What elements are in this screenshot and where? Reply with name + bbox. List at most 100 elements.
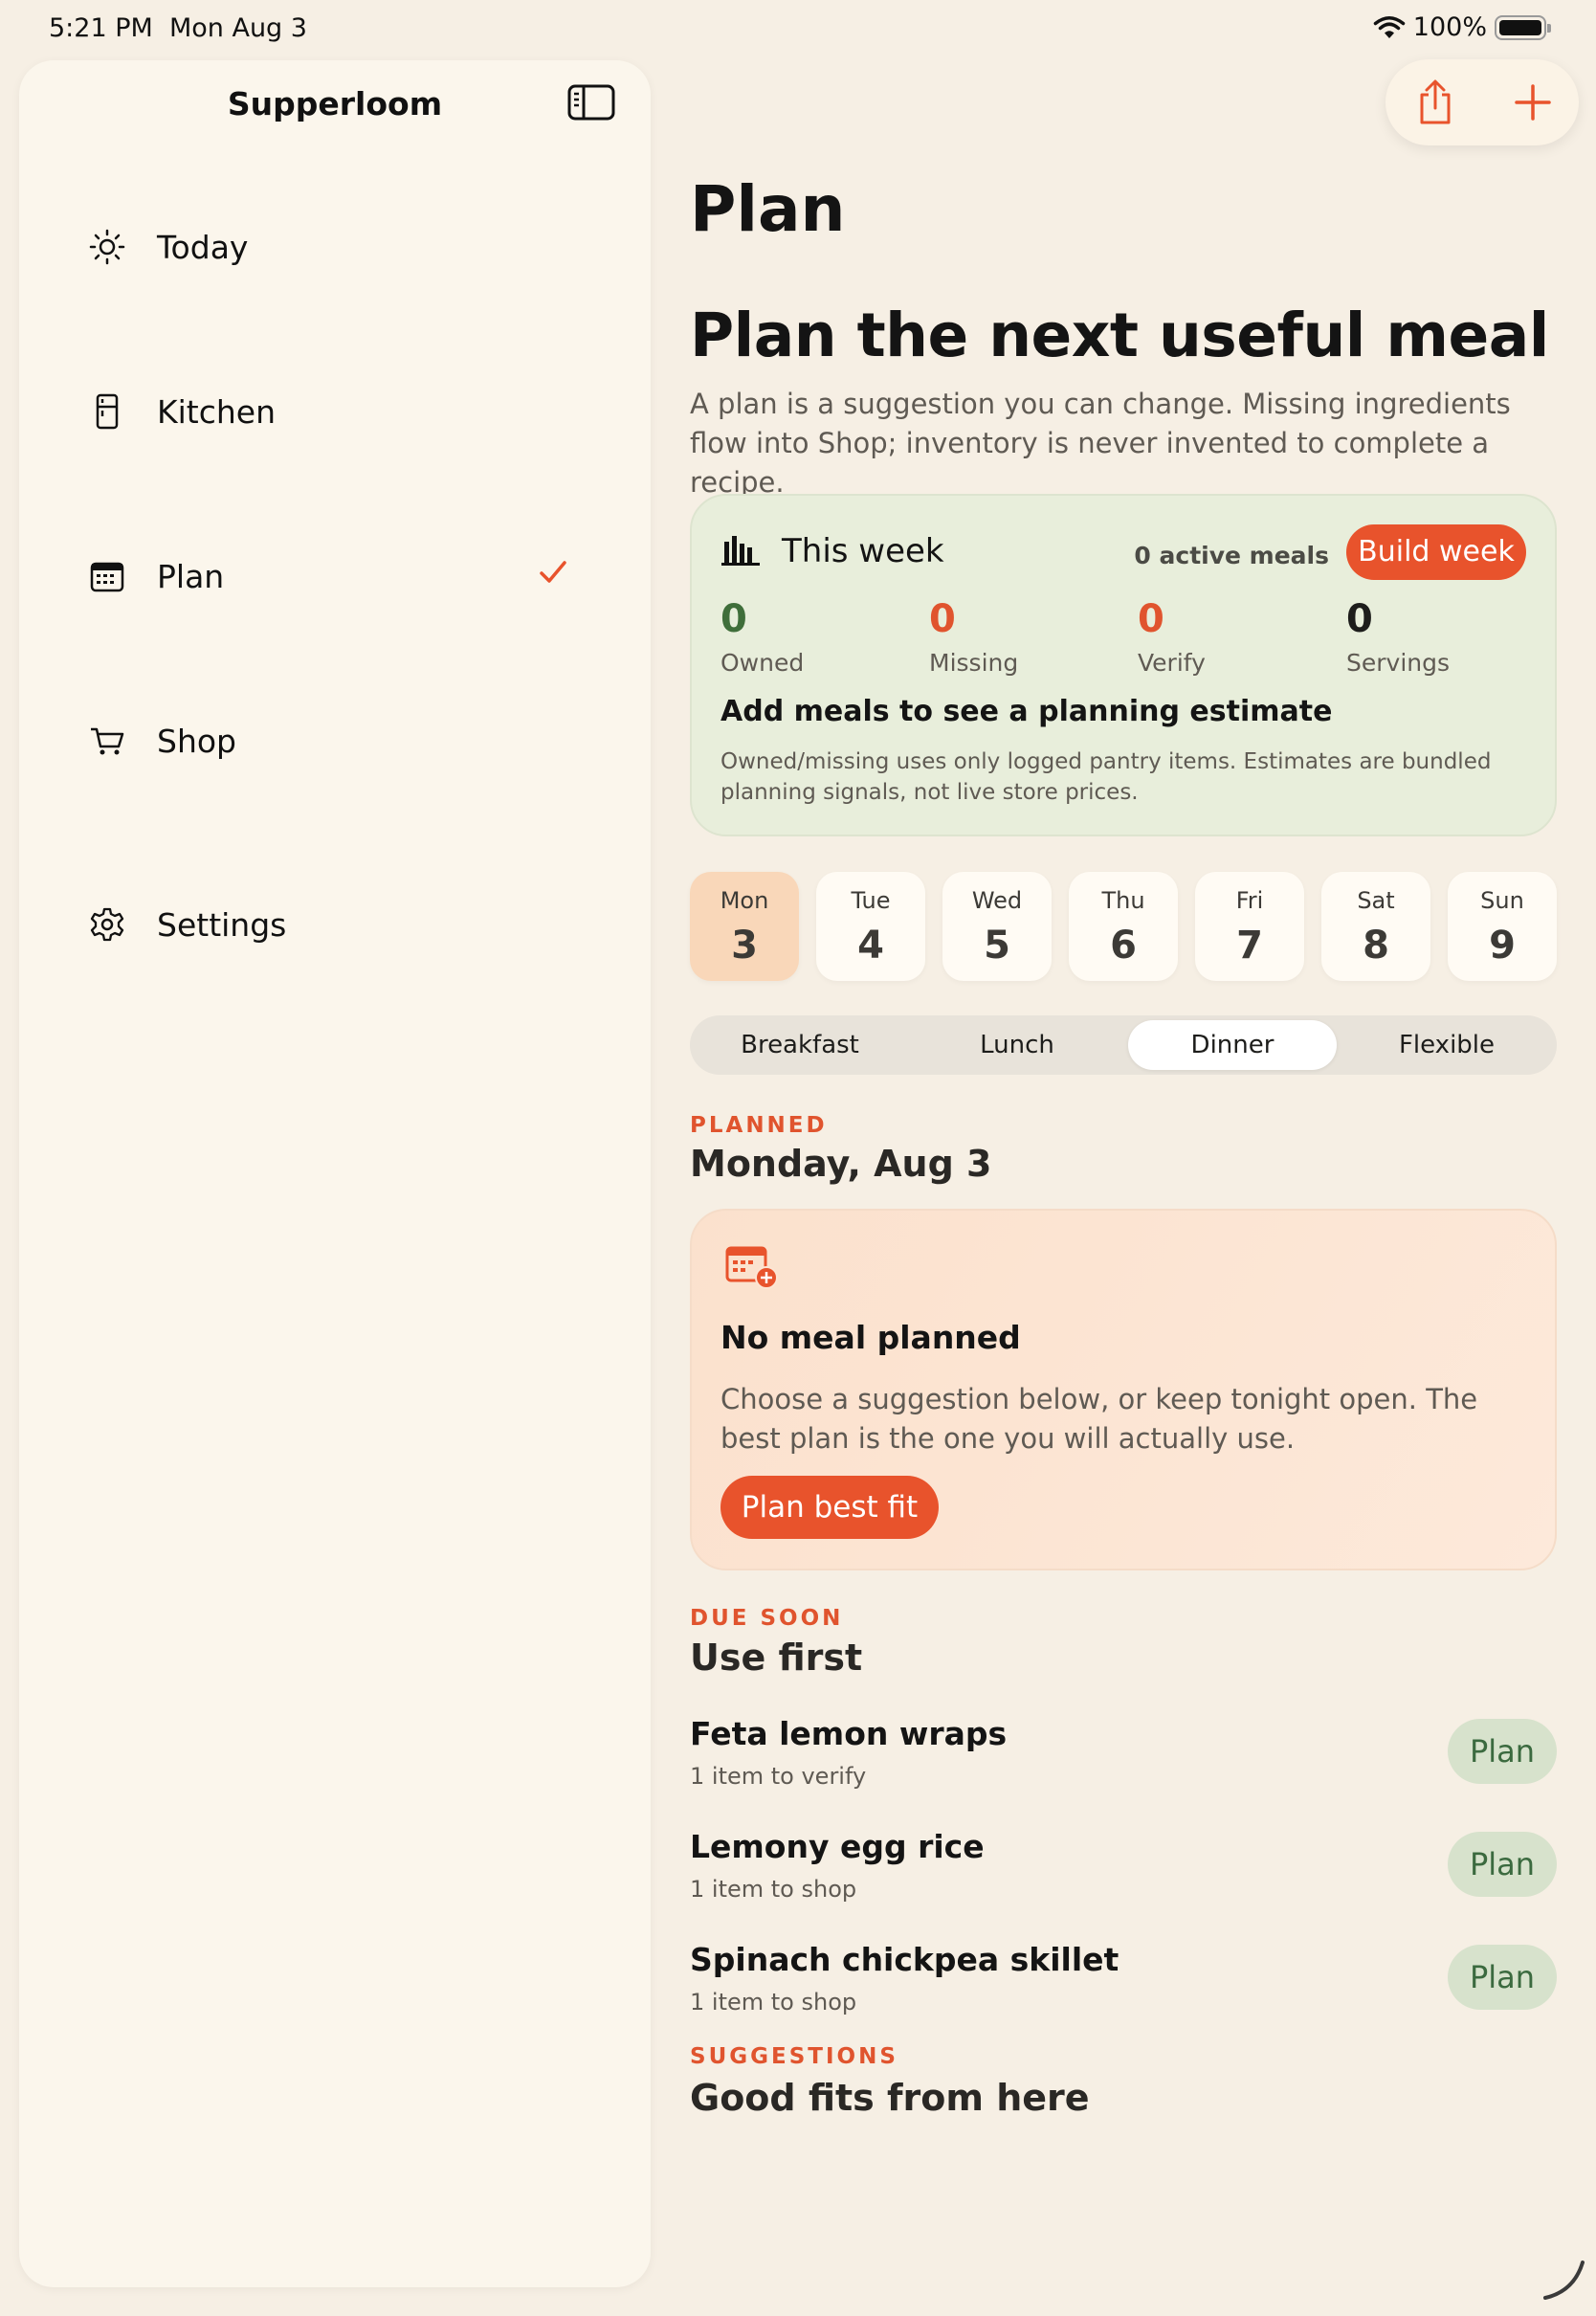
sidebar-item-shop[interactable]: Shop	[88, 702, 624, 779]
day-picker: Mon 3 Tue 4 Wed 5 Thu 6 Fri 7 Sat 8 Sun …	[690, 872, 1557, 981]
active-meals-count: 0 active meals	[1134, 542, 1329, 569]
build-week-button[interactable]: Build week	[1346, 524, 1526, 580]
day-number: 4	[857, 924, 884, 968]
calendar-add-icon	[725, 1246, 778, 1289]
sidebar-toggle-icon[interactable]	[567, 83, 615, 122]
stat-value: 0	[720, 597, 747, 641]
add-button[interactable]	[1506, 76, 1560, 129]
week-summary-card: This week 0 active meals Build week 0 Ow…	[690, 494, 1557, 836]
no-meal-description: Choose a suggestion below, or keep tonig…	[720, 1383, 1478, 1455]
day-fri[interactable]: Fri 7	[1195, 872, 1304, 981]
stat-label: Verify	[1138, 649, 1206, 677]
stat-label: Servings	[1346, 649, 1451, 677]
stat-verify: 0 Verify	[1138, 597, 1206, 677]
list-item: Spinach chickpea skillet 1 item to shop …	[690, 1941, 1557, 2017]
recipe-subtitle: 1 item to verify	[690, 1763, 867, 1790]
day-mon[interactable]: Mon 3	[690, 872, 799, 981]
plus-icon	[1515, 84, 1551, 121]
sidebar: Supperloom Today Kitchen Plan Shop Setti…	[19, 60, 651, 2287]
day-number: 9	[1489, 924, 1516, 968]
app-title: Supperloom	[227, 85, 443, 122]
share-button[interactable]	[1408, 76, 1462, 129]
sidebar-item-settings[interactable]: Settings	[88, 886, 624, 963]
checkmark-icon	[540, 561, 566, 583]
day-number: 7	[1236, 924, 1263, 968]
stat-missing: 0 Missing	[929, 597, 1018, 677]
wifi-icon	[1373, 15, 1406, 38]
plan-recipe-button[interactable]: Plan	[1448, 1945, 1557, 2010]
recipe-subtitle: 1 item to shop	[690, 1989, 857, 2015]
due-soon-kicker: DUE SOON	[690, 1606, 844, 1631]
plan-best-fit-button[interactable]: Plan best fit	[720, 1476, 939, 1539]
day-number: 6	[1110, 924, 1137, 968]
day-name: Thu	[1101, 887, 1145, 914]
page-title: Plan	[690, 172, 846, 246]
plan-recipe-button[interactable]: Plan	[1448, 1719, 1557, 1784]
list-item: Lemony egg rice 1 item to shop Plan	[690, 1828, 1557, 1904]
day-tue[interactable]: Tue 4	[816, 872, 925, 981]
status-bar: 5:21 PM Mon Aug 3 100%	[0, 0, 1596, 59]
stat-servings: 0 Servings	[1346, 597, 1450, 677]
day-name: Fri	[1235, 887, 1264, 914]
estimate-note: Owned/missing uses only logged pantry it…	[720, 749, 1492, 805]
cart-icon	[91, 727, 124, 755]
plan-recipe-button[interactable]: Plan	[1448, 1832, 1557, 1897]
recipe-title: Spinach chickpea skillet	[690, 1941, 1119, 1978]
due-soon-title: Use first	[690, 1637, 863, 1679]
gear-icon	[90, 907, 124, 942]
share-icon	[1420, 79, 1451, 124]
stat-owned: 0 Owned	[720, 597, 804, 677]
status-right: 100%	[1373, 12, 1551, 42]
sidebar-item-plan[interactable]: Plan	[88, 538, 624, 614]
stat-label: Missing	[929, 649, 1019, 677]
battery-icon	[1495, 14, 1551, 40]
day-sat[interactable]: Sat 8	[1321, 872, 1430, 981]
day-wed[interactable]: Wed 5	[942, 872, 1052, 981]
fridge-icon	[96, 393, 119, 430]
toolbar	[1385, 59, 1579, 145]
suggestions-kicker: SUGGESTIONS	[690, 2044, 898, 2069]
sun-icon	[89, 229, 125, 265]
recipe-title: Feta lemon wraps	[690, 1715, 1008, 1752]
day-number: 8	[1363, 924, 1389, 968]
sidebar-item-label: Plan	[157, 557, 225, 595]
day-name: Sat	[1357, 887, 1395, 914]
segment-dinner[interactable]: Dinner	[1128, 1020, 1337, 1070]
segment-lunch[interactable]: Lunch	[913, 1020, 1121, 1070]
sidebar-item-label: Today	[157, 228, 249, 266]
day-sun[interactable]: Sun 9	[1448, 872, 1557, 981]
stat-value: 0	[929, 597, 956, 641]
calendar-icon	[90, 562, 124, 592]
sidebar-item-label: Shop	[157, 722, 236, 760]
list-item: Feta lemon wraps 1 item to verify Plan	[690, 1715, 1557, 1792]
day-thu[interactable]: Thu 6	[1069, 872, 1178, 981]
sidebar-item-today[interactable]: Today	[88, 209, 624, 285]
status-time: 5:21 PM	[49, 13, 153, 43]
suggestions-title: Good fits from here	[690, 2077, 1090, 2119]
day-number: 3	[731, 924, 758, 968]
bar-chart-icon	[721, 536, 760, 566]
planned-kicker: PLANNED	[690, 1113, 828, 1138]
sidebar-item-kitchen[interactable]: Kitchen	[88, 373, 624, 450]
status-date: Mon Aug 3	[168, 13, 307, 43]
segment-breakfast[interactable]: Breakfast	[696, 1020, 904, 1070]
meal-segmented-control: Breakfast Lunch Dinner Flexible	[690, 1015, 1557, 1075]
stat-value: 0	[1346, 597, 1373, 641]
stat-value: 0	[1138, 597, 1164, 641]
scroll-indicator-icon	[1543, 2260, 1585, 2300]
stat-label: Owned	[720, 649, 805, 677]
recipe-subtitle: 1 item to shop	[690, 1876, 857, 1903]
no-meal-title: No meal planned	[720, 1319, 1021, 1356]
day-number: 5	[984, 924, 1010, 968]
week-title: This week	[782, 532, 944, 570]
hero-title: Plan the next useful meal	[690, 301, 1549, 370]
estimate-title: Add meals to see a planning estimate	[720, 695, 1333, 728]
day-name: Tue	[851, 887, 891, 914]
segment-flexible[interactable]: Flexible	[1342, 1020, 1551, 1070]
no-meal-card: No meal planned Choose a suggestion belo…	[690, 1209, 1557, 1570]
sidebar-item-label: Settings	[157, 905, 287, 944]
recipe-title: Lemony egg rice	[690, 1828, 985, 1865]
day-name: Sun	[1480, 887, 1524, 914]
battery-percent: 100%	[1412, 12, 1487, 42]
day-name: Wed	[971, 887, 1023, 914]
